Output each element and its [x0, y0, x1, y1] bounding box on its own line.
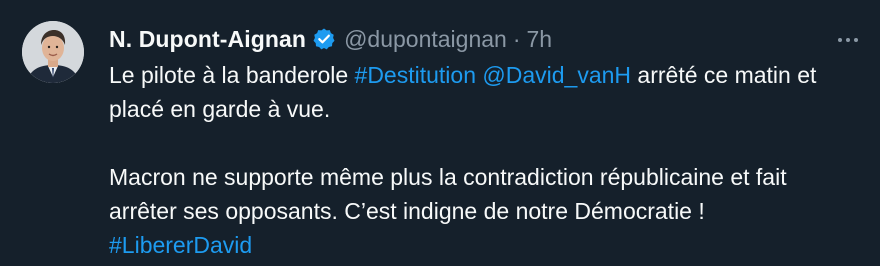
- avatar-portrait-icon: [22, 21, 84, 83]
- tweet-timestamp[interactable]: 7h: [527, 26, 553, 53]
- author-handle[interactable]: @dupontaignan: [344, 26, 507, 53]
- tweet-card[interactable]: N. Dupont-Aignan @dupontaignan · 7h Le p…: [0, 0, 880, 266]
- header-separator: ·: [512, 25, 521, 52]
- hashtag-link[interactable]: #Destitution: [355, 62, 476, 88]
- tweet-paragraph-1: Le pilote à la banderole #Destitution @D…: [109, 62, 817, 122]
- tweet-text: Le pilote à la banderole #Destitution @D…: [109, 58, 859, 262]
- more-options-button[interactable]: [830, 28, 866, 52]
- avatar[interactable]: [22, 21, 84, 83]
- verified-badge-icon: [312, 27, 336, 51]
- author-name[interactable]: N. Dupont-Aignan: [109, 26, 306, 53]
- tweet-header: N. Dupont-Aignan @dupontaignan · 7h: [109, 24, 552, 54]
- tweet-paragraph-2: Macron ne supporte même plus la contradi…: [109, 164, 787, 258]
- mention-link[interactable]: @David_vanH: [482, 62, 631, 88]
- hashtag-link[interactable]: #LibererDavid: [109, 232, 252, 258]
- more-options-icon: [838, 38, 842, 42]
